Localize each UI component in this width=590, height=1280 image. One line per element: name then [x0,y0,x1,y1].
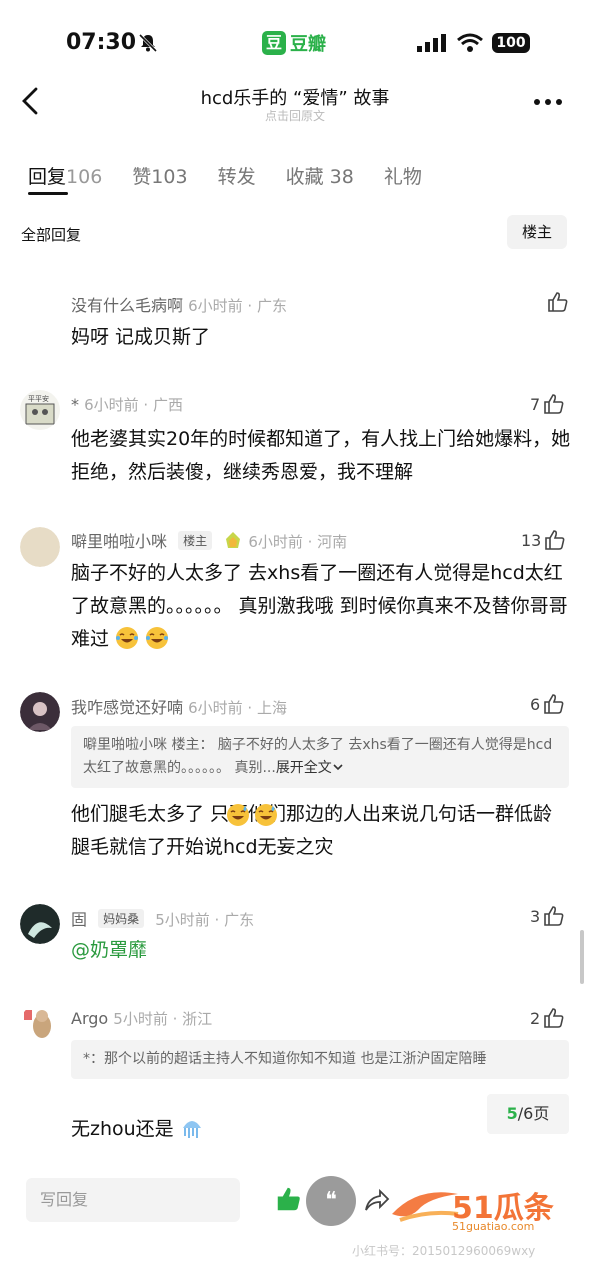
like-count: 2 [530,1008,541,1028]
comment-author[interactable]: 固 [71,910,87,929]
like-icon [544,694,564,714]
app-badge: 豆 豆瓣 [262,30,326,56]
tab-reposts[interactable]: 转发 [218,162,256,189]
user-tag: 妈妈桑 [98,909,145,928]
chevron-down-icon [333,764,343,771]
comment-header: Argo 5小时前 · 浙江 [71,1008,212,1029]
back-to-original-link[interactable]: 点击回原文 [0,107,590,124]
svg-text:平平安: 平平安 [28,394,49,403]
all-replies-label: 全部回复 [21,226,82,244]
like-icon [544,394,564,414]
comment-author[interactable]: 噼里啪啦小咪 [71,532,167,551]
battery-indicator: 100 [492,33,530,53]
wifi-icon [457,33,483,52]
jellyfish-emoji-icon [182,1121,201,1138]
comment-author[interactable]: 没有什么毛病啊 [71,296,183,315]
comment-text: 脑子不好的人太多了 去xhs看了一圈还有人觉得是hcd太红了故意黑的。。。。。。… [71,562,568,650]
more-icon[interactable] [533,97,563,107]
comment-author[interactable]: Argo [71,1009,108,1028]
like-button[interactable]: 2 [530,1006,566,1030]
like-icon [544,1008,564,1028]
mention-link[interactable]: @奶罩靡 [71,934,571,967]
badge-icon [226,532,241,548]
comment-header: * 6小时前 · 广西 [71,394,183,415]
comment-meta: 6小时前 · 河南 [248,533,348,551]
like-icon[interactable] [546,290,570,314]
avatar[interactable] [20,1004,60,1044]
op-only-button[interactable]: 楼主 [507,215,567,249]
comment-header: 固 妈妈桑 5小时前 · 广东 [71,906,254,930]
like-icon [545,530,565,550]
comment-meta: 5小时前 · 浙江 [113,1010,213,1028]
comment-meta: 5小时前 · 广东 [155,911,255,929]
like-button[interactable]: 7 [530,392,566,416]
tab-gifts[interactable]: 礼物 [384,162,422,189]
reply-input[interactable]: 写回复 [26,1178,240,1222]
quoted-reply[interactable]: *：那个以前的超话主持人不知道你知不知道 也是江浙沪固定陪睡 [71,1040,569,1079]
expand-full-text-link[interactable]: 展开全文 [276,760,332,776]
share-icon[interactable] [362,1186,390,1214]
like-count: 6 [530,694,541,714]
op-tag: 楼主 [178,531,213,550]
comment-meta: 6小时前 · 广东 [188,297,287,315]
quote-button[interactable]: ❝ [306,1176,356,1226]
tab-bar: 回复106 赞103 转发 收藏 38 礼物 [28,162,452,189]
comment-author[interactable]: * [71,395,79,414]
watermark-id: 小红书号：2015012960069wxy [352,1244,536,1258]
comment-text: 无zhou还是 [71,1113,431,1146]
avatar[interactable] [20,692,60,732]
comment-text: 妈呀 记成贝斯了 [71,326,211,348]
bell-muted-icon [138,33,158,53]
tab-replies[interactable]: 回复106 [28,162,102,189]
watermark-url: 51guatiao.com [452,1220,535,1233]
douban-logo-icon: 豆 [262,31,286,55]
like-count: 7 [530,394,541,414]
like-icon [544,906,564,926]
comment-text: 他老婆其实20年的时候都知道了，有人找上门给她爆料，她拒绝，然后装傻，继续秀恩爱… [71,428,571,483]
sweat-smile-emoji-icon [227,804,249,826]
laughing-tears-emoji-icon [146,627,169,649]
like-count: 13 [521,530,542,550]
status-time: 07:30 [66,30,137,55]
like-button[interactable]: 13 [521,528,567,552]
sweat-smile-emoji-icon [255,804,277,826]
tab-indicator [28,192,68,195]
scrollbar[interactable] [580,930,584,984]
avatar[interactable] [20,904,60,944]
like-button[interactable]: 3 [530,904,566,928]
page-indicator[interactable]: 5/6页 [487,1094,569,1134]
comment-text: 他们腿毛太多了 只要他们那边的人出来说几句话一群低龄腿毛就信了开始说hcd无妄之… [71,803,553,858]
laughing-tears-emoji-icon [116,627,139,649]
comment-header: 没有什么毛病啊 6小时前 · 广东 [71,292,287,316]
thumbs-up-icon[interactable] [274,1184,304,1214]
signal-icon [417,34,446,52]
avatar[interactable]: 平平安 [20,390,60,430]
avatar[interactable] [20,527,60,567]
comment-meta: 6小时前 · 上海 [188,699,287,717]
comment-header: 噼里啪啦小咪 楼主 6小时前 · 河南 [71,528,347,552]
tab-likes[interactable]: 赞103 [132,162,187,189]
comment-meta: 6小时前 · 广西 [84,396,183,414]
quoted-reply[interactable]: 噼里啪啦小咪 楼主： 脑子不好的人太多了 去xhs看了一圈还有人觉得是hcd太红… [71,726,569,788]
tab-collections[interactable]: 收藏 38 [286,162,354,189]
comment-author[interactable]: 我咋感觉还好喃 [71,698,183,717]
like-button[interactable]: 6 [530,692,566,716]
comment-header: 我咋感觉还好喃 6小时前 · 上海 [71,694,287,718]
like-count: 3 [530,906,541,926]
app-name: 豆瓣 [290,34,326,55]
